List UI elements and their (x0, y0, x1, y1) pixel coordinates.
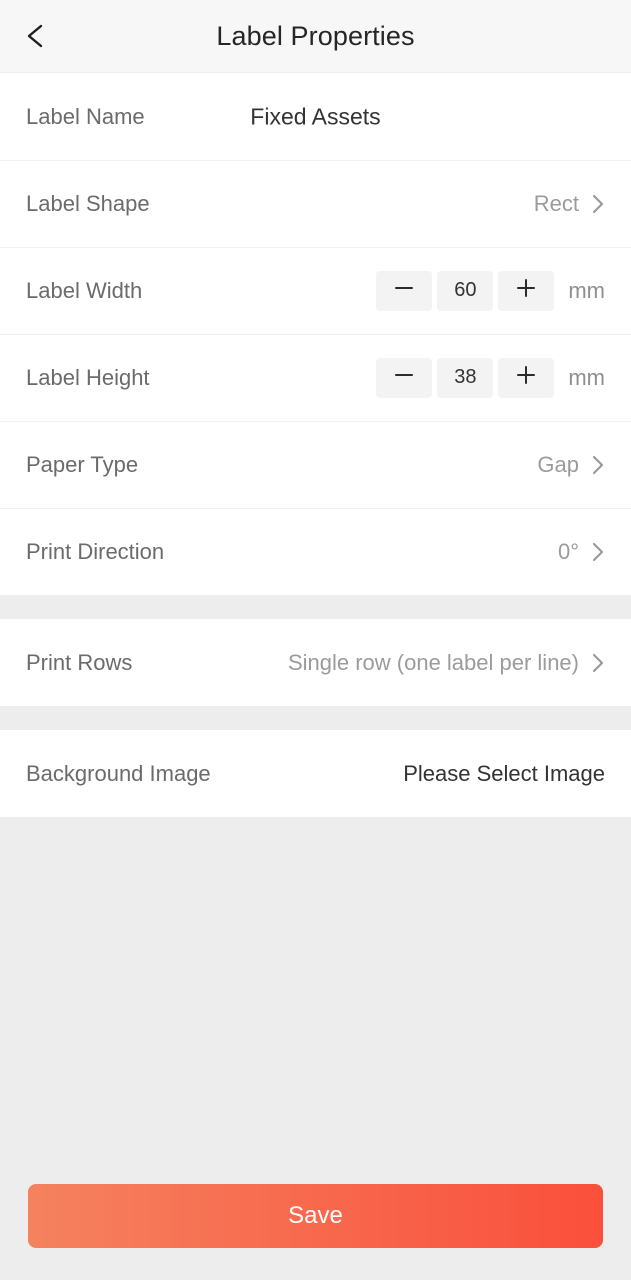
chevron-right-icon (591, 541, 605, 563)
row-print-rows-value: Single row (one label per line) (287, 649, 579, 675)
row-label-shape[interactable]: Label Shape Rect (0, 160, 631, 247)
row-print-rows-label: Print Rows (26, 649, 133, 675)
save-button[interactable]: Save (28, 1184, 603, 1248)
row-label-height-right: 38 mm (376, 357, 605, 398)
row-label-width-label: Label Width (26, 277, 143, 303)
row-paper-type-right: Gap (537, 452, 605, 478)
label-properties-screen: Label Properties Label Name Fixed Assets… (0, 0, 631, 1280)
label-height-increment-button[interactable] (498, 357, 555, 398)
row-label-height: Label Height 38 mm (0, 334, 631, 421)
row-label-height-label: Label Height (26, 364, 150, 390)
row-print-direction[interactable]: Print Direction 0° (0, 508, 631, 595)
label-height-stepper: 38 (376, 357, 555, 398)
row-print-direction-right: 0° (558, 539, 605, 565)
row-print-direction-label: Print Direction (26, 538, 165, 564)
chevron-right-icon (591, 454, 605, 476)
chevron-right-icon (591, 193, 605, 215)
row-background-image-value: Please Select Image (403, 760, 605, 786)
row-label-shape-label: Label Shape (26, 190, 150, 216)
settings-group-print-rows: Print Rows Single row (one label per lin… (0, 619, 631, 706)
row-label-shape-right: Rect (534, 191, 605, 217)
footer-bar: Save (0, 1184, 631, 1280)
row-background-image-label: Background Image (26, 760, 211, 786)
app-header: Label Properties (0, 0, 631, 73)
label-width-unit: mm (568, 277, 605, 303)
minus-icon (393, 277, 415, 304)
row-paper-type-value: Gap (537, 451, 579, 477)
chevron-left-icon (23, 21, 47, 51)
chevron-right-icon (591, 652, 605, 674)
settings-list: Label Name Fixed Assets Label Shape Rect… (0, 73, 631, 1184)
group-separator (0, 595, 631, 619)
plus-icon (515, 364, 537, 391)
label-width-decrement-button[interactable] (376, 270, 433, 311)
label-width-increment-button[interactable] (498, 270, 555, 311)
row-label-name-label: Label Name (26, 103, 145, 129)
row-label-name[interactable]: Label Name Fixed Assets (0, 73, 631, 160)
label-width-input[interactable]: 60 (437, 270, 494, 311)
row-background-image[interactable]: Background Image Please Select Image (0, 730, 631, 817)
page-title: Label Properties (216, 20, 415, 51)
row-print-rows-right: Single row (one label per line) (288, 650, 605, 676)
row-label-width: Label Width 60 mm (0, 247, 631, 334)
row-paper-type[interactable]: Paper Type Gap (0, 421, 631, 508)
settings-group-label: Label Name Fixed Assets Label Shape Rect… (0, 73, 631, 595)
back-button[interactable] (10, 11, 60, 61)
minus-icon (393, 364, 415, 391)
label-width-stepper: 60 (376, 270, 555, 311)
plus-icon (515, 277, 537, 304)
label-height-unit: mm (568, 364, 605, 390)
row-label-shape-value: Rect (533, 190, 579, 216)
row-print-rows[interactable]: Print Rows Single row (one label per lin… (0, 619, 631, 706)
label-height-input[interactable]: 38 (437, 357, 494, 398)
row-background-image-right: Please Select Image (403, 761, 605, 787)
settings-group-background: Background Image Please Select Image (0, 730, 631, 817)
label-height-decrement-button[interactable] (376, 357, 433, 398)
row-print-direction-value: 0° (557, 538, 579, 564)
row-label-width-right: 60 mm (376, 270, 605, 311)
group-separator (0, 706, 631, 730)
row-paper-type-label: Paper Type (26, 451, 139, 477)
